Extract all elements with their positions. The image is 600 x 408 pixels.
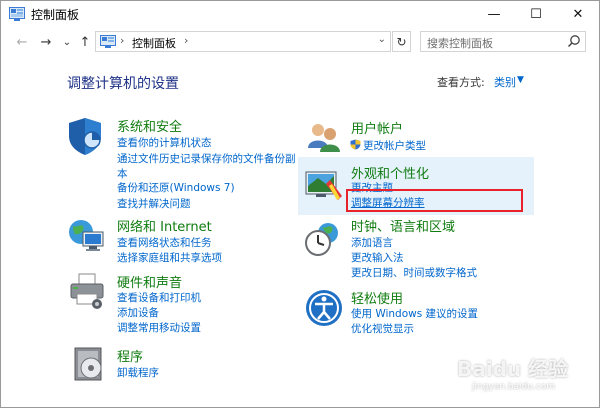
address-history-dropdown[interactable]: ⌄	[378, 34, 386, 45]
ease-of-access-icon[interactable]	[304, 288, 344, 328]
title-bar: 控制面板 — ☐ ✕	[1, 1, 599, 28]
network-globe-icon[interactable]	[67, 216, 107, 256]
clock-language-region-title[interactable]: 时钟、语言和区域	[351, 216, 455, 235]
personalization-monitor-icon[interactable]	[304, 166, 344, 206]
control-panel-icon	[100, 35, 116, 48]
clock-globe-icon[interactable]	[304, 219, 344, 259]
link-optimize-visual-display[interactable]: 优化视觉显示	[351, 321, 414, 336]
link-change-account-type[interactable]: 更改帐户类型	[363, 138, 426, 153]
link-view-computer-status[interactable]: 查看你的计算机状态	[117, 135, 212, 150]
link-troubleshoot[interactable]: 查找并解决问题	[117, 196, 191, 211]
recent-locations-dropdown[interactable]: ⌄	[58, 32, 76, 52]
control-panel-window: 控制面板 — ☐ ✕ ← → ⌄ ↑ › 控制面板 › ⌄ ↻ 搜索控制面板 调…	[0, 0, 600, 408]
minimize-button[interactable]: —	[473, 1, 515, 28]
annotation-highlight-box	[346, 189, 523, 212]
breadcrumb-separator[interactable]: ›	[184, 34, 188, 47]
view-by-dropdown[interactable]: 类别	[494, 74, 516, 90]
view-by-label: 查看方式:	[437, 76, 485, 89]
navigation-bar: ← → ⌄ ↑ › 控制面板 › ⌄ ↻ 搜索控制面板	[1, 28, 599, 56]
back-button[interactable]: ←	[13, 32, 31, 52]
breadcrumb-control-panel[interactable]: 控制面板	[132, 35, 176, 51]
window-title: 控制面板	[31, 8, 80, 22]
link-mobility-settings[interactable]: 调整常用移动设置	[117, 320, 201, 335]
up-button[interactable]: ↑	[76, 32, 94, 52]
maximize-button[interactable]: ☐	[515, 1, 557, 28]
baidu-watermark: Baidu 经验	[457, 357, 569, 381]
link-file-history-backup[interactable]: 通过文件历史记录保存你的文件备份副	[117, 151, 296, 166]
link-recommended-settings[interactable]: 使用 Windows 建议的设置	[351, 306, 478, 321]
refresh-button[interactable]: ↻	[392, 31, 411, 52]
search-placeholder: 搜索控制面板	[427, 37, 493, 50]
link-change-input-method[interactable]: 更改输入法	[351, 250, 404, 265]
forward-button[interactable]: →	[37, 32, 55, 52]
control-panel-icon	[9, 7, 25, 21]
address-bar[interactable]: › 控制面板 › ⌄	[95, 31, 391, 52]
network-internet-title[interactable]: 网络和 Internet	[117, 216, 212, 235]
hardware-sound-title[interactable]: 硬件和声音	[117, 272, 182, 291]
link-change-date-time-format[interactable]: 更改日期、时间或数字格式	[351, 265, 477, 280]
programs-disc-icon[interactable]	[69, 344, 109, 384]
link-devices-printers[interactable]: 查看设备和打印机	[117, 290, 201, 305]
link-add-device[interactable]: 添加设备	[117, 305, 159, 320]
breadcrumb-separator[interactable]: ›	[120, 34, 124, 47]
printer-icon[interactable]	[67, 272, 107, 312]
baidu-watermark-url: jingyan.baidu.com	[472, 382, 556, 392]
uac-shield-icon	[350, 139, 361, 150]
link-backup-restore[interactable]: 备份和还原(Windows 7)	[117, 180, 235, 195]
users-icon[interactable]	[304, 118, 344, 158]
programs-title[interactable]: 程序	[117, 346, 143, 365]
link-homegroup-sharing[interactable]: 选择家庭组和共享选项	[117, 250, 222, 265]
page-heading: 调整计算机的设置	[67, 76, 179, 92]
search-box[interactable]: 搜索控制面板	[420, 31, 586, 52]
link-uninstall-program[interactable]: 卸载程序	[117, 365, 159, 380]
link-file-history-backup-wrap[interactable]: 本	[117, 166, 128, 181]
user-accounts-title[interactable]: 用户帐户	[351, 118, 403, 137]
system-security-title[interactable]: 系统和安全	[117, 116, 182, 135]
link-add-language[interactable]: 添加语言	[351, 235, 393, 250]
close-button[interactable]: ✕	[557, 1, 599, 28]
link-network-status[interactable]: 查看网络状态和任务	[117, 235, 212, 250]
chevron-down-icon[interactable]: ▼	[517, 75, 524, 85]
search-icon[interactable]	[567, 34, 581, 48]
security-shield-icon[interactable]	[67, 116, 107, 156]
ease-of-access-title[interactable]: 轻松使用	[351, 288, 403, 307]
